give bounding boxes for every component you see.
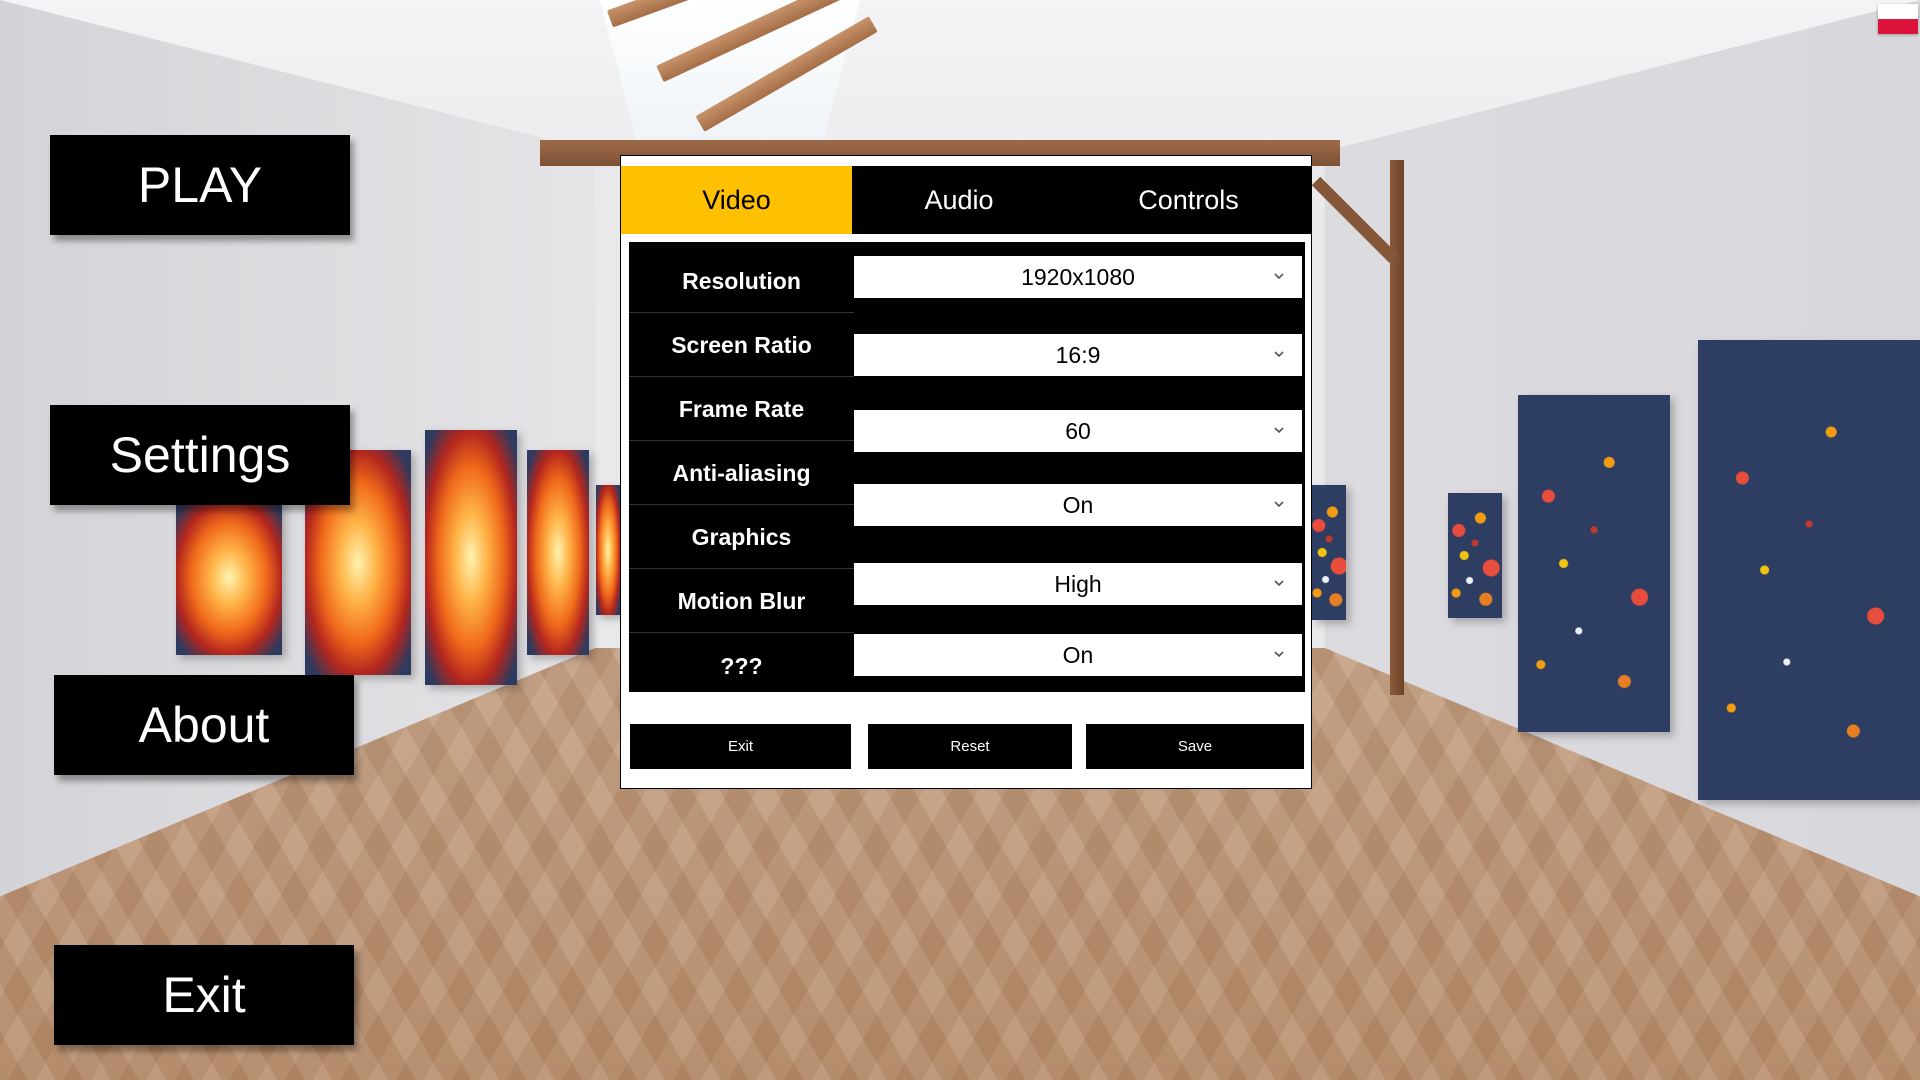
resolution-dropdown[interactable]: 1920x1080 — [854, 256, 1302, 298]
resolution-value: 1920x1080 — [1021, 263, 1135, 290]
frame-rate-label: Frame Rate — [629, 379, 854, 441]
skylight — [600, 0, 860, 150]
chevron-down-icon — [1274, 501, 1284, 508]
tab-audio[interactable]: Audio — [852, 166, 1066, 234]
video-settings-list: Resolution Screen Ratio Frame Rate Anti-… — [629, 242, 1305, 692]
frame-rate-dropdown[interactable]: 60 — [854, 410, 1302, 452]
motion-blur-value: High — [1054, 570, 1102, 597]
anti-aliasing-label: Anti-aliasing — [629, 443, 854, 505]
exit-button[interactable]: Exit — [54, 945, 354, 1045]
tab-video[interactable]: Video — [621, 166, 852, 234]
settings-tabs: Video Audio Controls — [621, 166, 1311, 234]
chevron-down-icon — [1274, 651, 1284, 658]
settings-reset-button[interactable]: Reset — [868, 724, 1072, 769]
space-painting — [1312, 485, 1346, 620]
screen-ratio-label: Screen Ratio — [629, 315, 854, 377]
fire-painting — [596, 485, 620, 615]
poland-flag-icon[interactable] — [1878, 4, 1918, 34]
fire-painting — [527, 450, 589, 655]
anti-aliasing-dropdown[interactable]: On — [854, 484, 1302, 526]
frame-rate-value: 60 — [1065, 417, 1091, 444]
fire-painting — [425, 430, 517, 685]
resolution-label: Resolution — [629, 251, 854, 313]
fire-painting — [176, 500, 282, 655]
motion-blur-dropdown[interactable]: High — [854, 563, 1302, 605]
mystery-setting-label: ??? — [720, 652, 763, 679]
graphics-label: Graphics — [629, 507, 854, 569]
tab-controls[interactable]: Controls — [1066, 166, 1311, 234]
settings-panel: Video Audio Controls Resolution Screen R… — [620, 155, 1312, 789]
space-painting — [1698, 340, 1920, 800]
screen-ratio-dropdown[interactable]: 16:9 — [854, 334, 1302, 376]
space-painting — [1448, 493, 1502, 618]
mystery-setting-dropdown[interactable]: On — [854, 634, 1302, 676]
anti-aliasing-value: On — [1062, 491, 1094, 518]
wooden-post — [1390, 160, 1404, 695]
chevron-down-icon — [1274, 351, 1284, 358]
chevron-down-icon — [1274, 427, 1284, 434]
play-button[interactable]: PLAY — [50, 135, 350, 235]
settings-button[interactable]: Settings — [50, 405, 350, 505]
space-painting — [1518, 395, 1670, 732]
mystery-setting-value: On — [1062, 641, 1094, 668]
about-button[interactable]: About — [54, 675, 354, 775]
chevron-down-icon — [1274, 273, 1284, 280]
chevron-down-icon — [1274, 580, 1284, 587]
screen-ratio-value: 16:9 — [1055, 341, 1101, 368]
settings-exit-button[interactable]: Exit — [630, 724, 851, 769]
motion-blur-label: Motion Blur — [629, 571, 854, 633]
settings-save-button[interactable]: Save — [1086, 724, 1304, 769]
